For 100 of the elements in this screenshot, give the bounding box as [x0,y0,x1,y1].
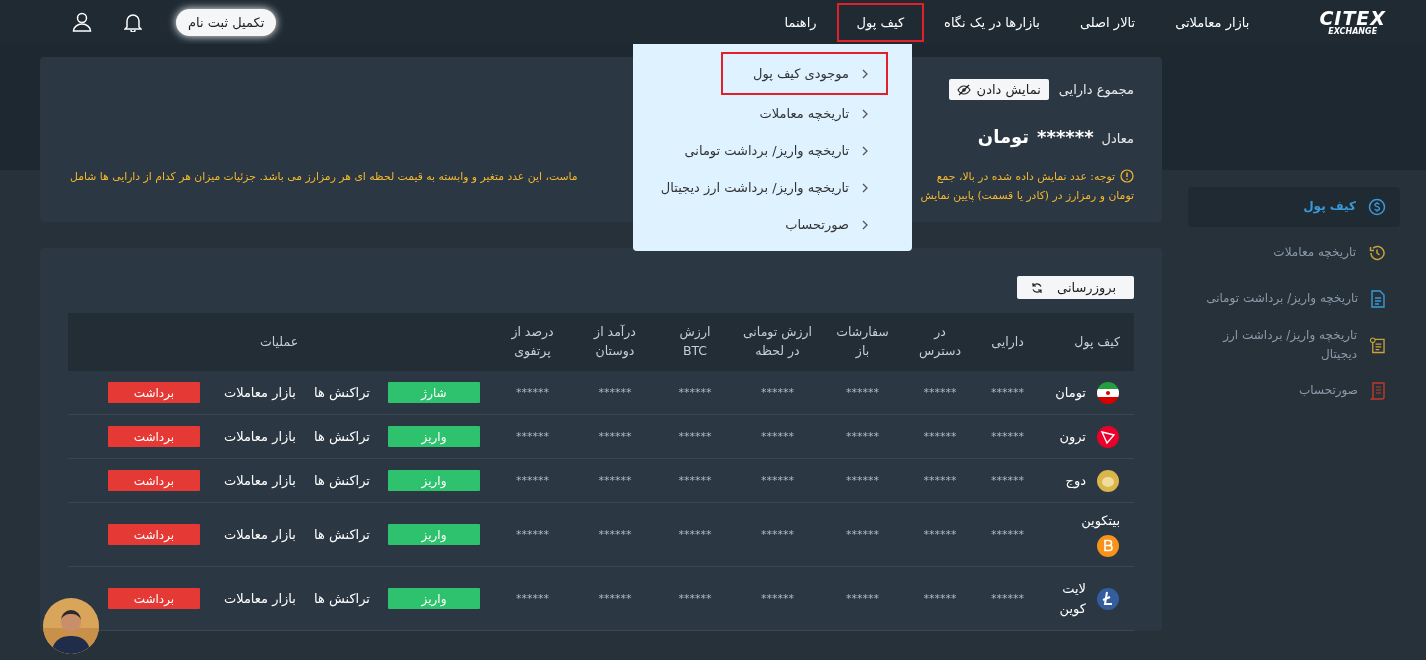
menu-item[interactable]: صورتحساب [753,206,888,243]
coin-icon [1096,468,1120,493]
refresh-icon [1031,281,1044,294]
currency-label: تومان [977,126,1030,147]
chevron-icon [861,108,868,119]
logo[interactable]: CITEX EXCHANGE [1319,8,1386,36]
transactions-link[interactable]: تراکنش ها [313,385,370,400]
withdraw-button[interactable]: برداشت [107,524,200,545]
warning-icon [1120,169,1134,183]
refresh-button[interactable]: بروزرسانی [1017,276,1134,299]
column-header: دارایی [975,313,1040,371]
table-cell: ****** [598,386,632,399]
sidebar-item[interactable]: تاریخچه معاملات [1188,233,1400,273]
coin-icon [1096,534,1120,559]
table-cell: ****** [761,430,794,443]
coin-icon [1096,424,1120,449]
table-cell: ****** [761,386,794,399]
table-cell: ****** [846,474,879,487]
notice-text: ماست، این عدد متغیر و وابسته به قیمت لحظه ای هر رمزارز می باشد. جزئیات میزان هر کدام از دارایی ها شامل [70,169,578,183]
coin-name: ترون [1059,427,1086,447]
transactions-link[interactable]: تراکنش ها [313,473,370,488]
total-label: مجموع دارایی [1058,82,1134,97]
table-cell: ****** [991,430,1024,443]
eye-slash-icon [956,83,971,96]
sidebar-item[interactable]: صورتحساب [1188,371,1400,411]
table-cell: ****** [598,528,632,541]
column-header: ارزش تومانی در لحظه [735,313,820,371]
coin-name: بیتکوین [1081,511,1120,531]
nav-link[interactable]: راهنما [764,2,837,42]
chevron-icon [861,145,868,156]
market-link[interactable]: بازار معاملات [223,591,296,606]
transactions-link[interactable]: تراکنش ها [313,591,370,606]
table-cell: ****** [991,474,1024,487]
clock-icon [1368,244,1386,262]
withdraw-button[interactable]: برداشت [107,588,200,609]
column-header: در دسترس [905,313,975,371]
market-link[interactable]: بازار معاملات [223,527,296,542]
withdraw-button[interactable]: برداشت [107,470,200,491]
column-header: سفارشات باز [820,313,905,371]
user-icon[interactable] [72,12,92,32]
table-cell: ****** [516,386,549,399]
table-cell: ****** [761,592,794,605]
table-cell: ****** [846,528,879,541]
column-header: عملیات [68,313,490,371]
chevron-icon [861,219,868,230]
table-cell: ****** [678,386,712,399]
chevron-icon [861,182,868,193]
table-cell: ****** [991,528,1024,541]
scroll-icon [1370,382,1386,400]
document-icon [1370,290,1386,308]
sidebar-item[interactable]: تاریخچه واریز/ برداشت تومانی [1188,279,1400,319]
table-cell: ****** [598,592,632,605]
sidebar-item[interactable]: تاریخچه واریز/ برداشت ارز دیجیتال [1188,325,1400,365]
market-link[interactable]: بازار معاملات [223,429,296,444]
register-button[interactable]: تکمیل ثبت نام [176,8,277,36]
coin-name: دوج [1065,471,1086,491]
transactions-link[interactable]: تراکنش ها [313,429,370,444]
table-cell: ****** [678,474,712,487]
table-cell: ****** [923,528,957,541]
table-cell: ****** [923,592,957,605]
nav-link[interactable]: کیف پول [836,2,925,42]
chevron-icon [861,68,868,79]
table-cell: ****** [516,528,549,541]
table-cell: ****** [991,592,1024,605]
table-cell: ****** [678,592,712,605]
table-cell: ****** [846,592,879,605]
column-header: ارزش BTC [655,313,735,371]
transactions-link[interactable]: تراکنش ها [313,527,370,542]
notice-text: توجه: عدد نمایش داده شده در بالا، جمع [936,169,1115,183]
show-button[interactable]: نمایش دادن [948,79,1049,100]
table-cell: ****** [846,430,879,443]
menu-item[interactable]: تاریخچه معاملات [727,95,888,132]
sidebar-item[interactable]: کیف پول [1188,187,1400,227]
coin-icon [1096,586,1120,611]
dollar-icon [1368,198,1386,216]
withdraw-button[interactable]: برداشت [107,382,200,403]
menu-item[interactable]: موجودی کیف پول [721,52,888,95]
table-cell: ****** [923,386,957,399]
coin-name: لایت کوین [1059,580,1086,618]
nav-link[interactable]: بازارها در یک نگاه [924,2,1060,42]
bell-icon[interactable] [124,12,142,32]
column-header: کیف پول [1040,313,1134,371]
document-icon [1369,336,1386,354]
withdraw-button[interactable]: برداشت [107,426,200,447]
menu-item[interactable]: تاریخچه واریز/ برداشت ارز دیجیتال [628,169,888,206]
table-cell: ****** [598,474,632,487]
table-cell: ****** [678,430,712,443]
nav-link[interactable]: بازار معاملاتی [1155,2,1270,42]
table-cell: ****** [923,474,957,487]
column-header: درصد از پرتفوی [490,313,575,371]
nav-link[interactable]: تالار اصلی [1059,2,1156,42]
table-cell: ****** [761,474,794,487]
market-link[interactable]: بازار معاملات [223,385,296,400]
table-cell: ****** [516,430,549,443]
column-header: درآمد از دوستان [575,313,655,371]
coin-name: تومان [1055,383,1086,403]
table-cell: ****** [846,386,879,399]
masked-amount: ****** [1037,126,1094,147]
market-link[interactable]: بازار معاملات [223,473,296,488]
menu-item[interactable]: تاریخچه واریز/ برداشت تومانی [652,132,888,169]
